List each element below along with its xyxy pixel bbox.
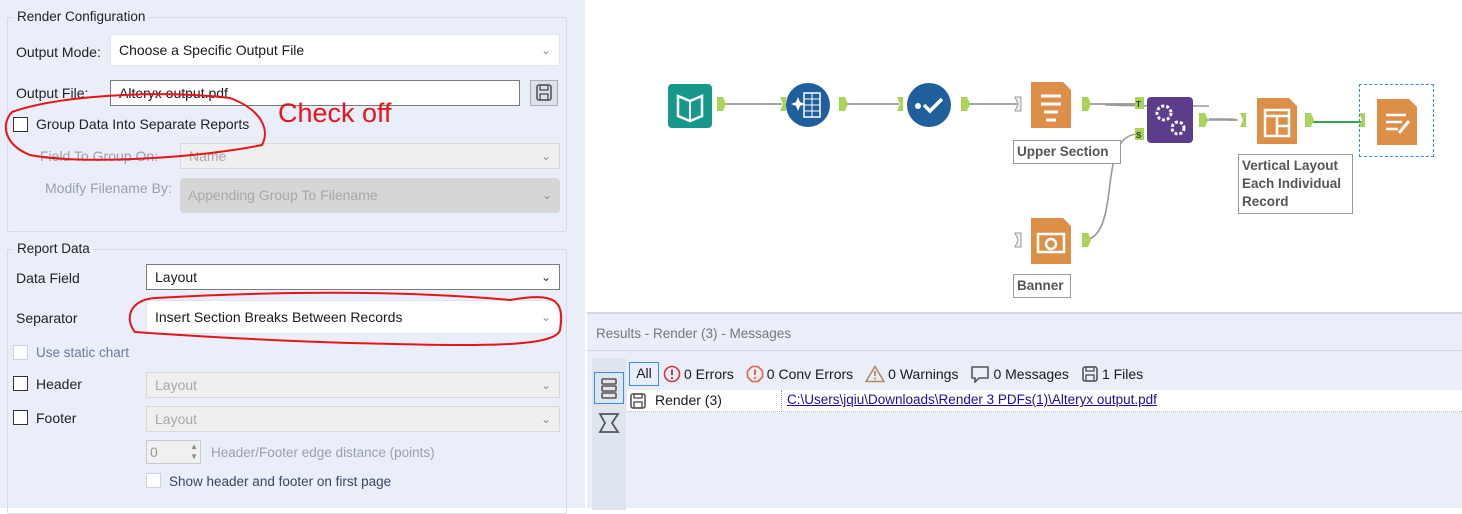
filter-warnings[interactable]: 0 Warnings [865, 365, 958, 383]
table-doc-icon [1031, 82, 1071, 128]
anchor-s: S [1136, 131, 1142, 140]
overlay-gear-tool[interactable] [1147, 97, 1193, 143]
row-tool-name: Render (3) [655, 392, 722, 408]
list-icon [601, 378, 617, 399]
warning-icon [865, 365, 886, 383]
check-icon [915, 97, 944, 114]
edge-distance-stepper[interactable]: 0 ▲ ▼ [146, 440, 201, 464]
filter-bar: 0 Errors 0 Conv Errors 0 Warnings 0 Mess… [663, 362, 1143, 386]
column-divider [781, 390, 782, 412]
annotation-ellipse-separator [128, 291, 563, 347]
footer-label: Footer [36, 410, 77, 426]
annotation-text: Check off [278, 98, 392, 128]
messages-count: 0 Messages [993, 366, 1069, 382]
metadata-view-button[interactable] [594, 408, 624, 438]
divider [587, 350, 1462, 351]
footer-value: Layout [155, 411, 198, 427]
show-first-page-checkbox[interactable] [146, 473, 161, 488]
note-vertical-layout[interactable]: Vertical Layout Each Individual Record [1238, 154, 1353, 214]
note-line: Each Individual [1242, 176, 1342, 191]
header-checkbox[interactable] [13, 376, 28, 391]
chevron-down-icon: ⌄ [540, 412, 551, 426]
render-tool[interactable] [1375, 99, 1419, 145]
conv-error-icon [746, 365, 764, 383]
annotation-circles [4, 93, 563, 347]
render-config-panel: Render Configuration Output Mode: Choose… [0, 0, 585, 514]
gears-icon [1155, 104, 1186, 136]
edge-distance-value: 0 [150, 444, 158, 460]
table-tool-upper-section[interactable] [1029, 82, 1073, 128]
header-dropdown[interactable]: Layout ⌄ [146, 372, 560, 398]
error-icon [663, 365, 681, 383]
note-banner[interactable]: Banner [1013, 274, 1071, 298]
book-icon [676, 94, 704, 123]
camera-doc-icon [1031, 218, 1071, 264]
layout-doc-icon [1257, 98, 1297, 144]
file-save-icon [1082, 366, 1098, 382]
note-line: Vertical Layout [1242, 158, 1339, 173]
chevron-down-icon: ⌄ [540, 378, 551, 392]
layout-tool[interactable] [1255, 98, 1299, 144]
filter-errors[interactable]: 0 Errors [663, 365, 734, 383]
output-file-link[interactable]: C:\Users\jqiu\Downloads\Render 3 PDFs(1)… [787, 392, 1157, 407]
edge-distance-label: Header/Footer edge distance (points) [211, 445, 435, 460]
workflow-canvas[interactable]: T S Upper Section Vertical Layout Each I… [587, 0, 1462, 310]
warnings-count: 0 Warnings [888, 366, 959, 382]
conv-errors-count: 0 Conv Errors [766, 366, 854, 382]
footer-checkbox[interactable] [13, 410, 28, 425]
stepper-arrows-icon[interactable]: ▲ ▼ [190, 442, 198, 462]
results-title: Results - Render (3) - Messages [596, 326, 792, 341]
filter-all-button[interactable]: All [629, 362, 659, 386]
header-value: Layout [155, 377, 198, 393]
sparkle-table-icon [791, 92, 821, 118]
show-first-page-label: Show header and footer on first page [169, 474, 392, 489]
filter-conv-errors[interactable]: 0 Conv Errors [746, 365, 853, 383]
render-doc-icon [1377, 99, 1417, 145]
table-row[interactable]: Render (3) C:\Users\jqiu\Downloads\Rende… [627, 390, 1462, 412]
footer-dropdown[interactable]: Layout ⌄ [146, 406, 560, 432]
sigma-icon [598, 413, 620, 433]
message-icon [971, 366, 990, 383]
files-count: 1 Files [1101, 366, 1144, 382]
file-save-icon [630, 393, 646, 409]
results-side-toolbar [592, 358, 626, 510]
errors-count: 0 Errors [684, 366, 734, 382]
header-label: Header [36, 376, 82, 392]
filter-files[interactable]: 1 Files [1081, 365, 1143, 383]
note-upper-section[interactable]: Upper Section [1013, 140, 1121, 164]
data-cleansing-tool[interactable] [786, 83, 830, 127]
messages-view-button[interactable] [594, 372, 624, 404]
test-tool[interactable] [907, 83, 951, 127]
input-book-tool[interactable] [668, 84, 712, 128]
note-line: Record [1242, 194, 1289, 209]
annotation-ellipse-group-data [4, 93, 266, 161]
results-panel: Results - Render (3) - Messages All 0 Er… [587, 312, 1462, 510]
image-tool-banner[interactable] [1029, 218, 1073, 264]
anchor-t: T [1136, 100, 1141, 109]
filter-messages[interactable]: 0 Messages [970, 365, 1069, 383]
